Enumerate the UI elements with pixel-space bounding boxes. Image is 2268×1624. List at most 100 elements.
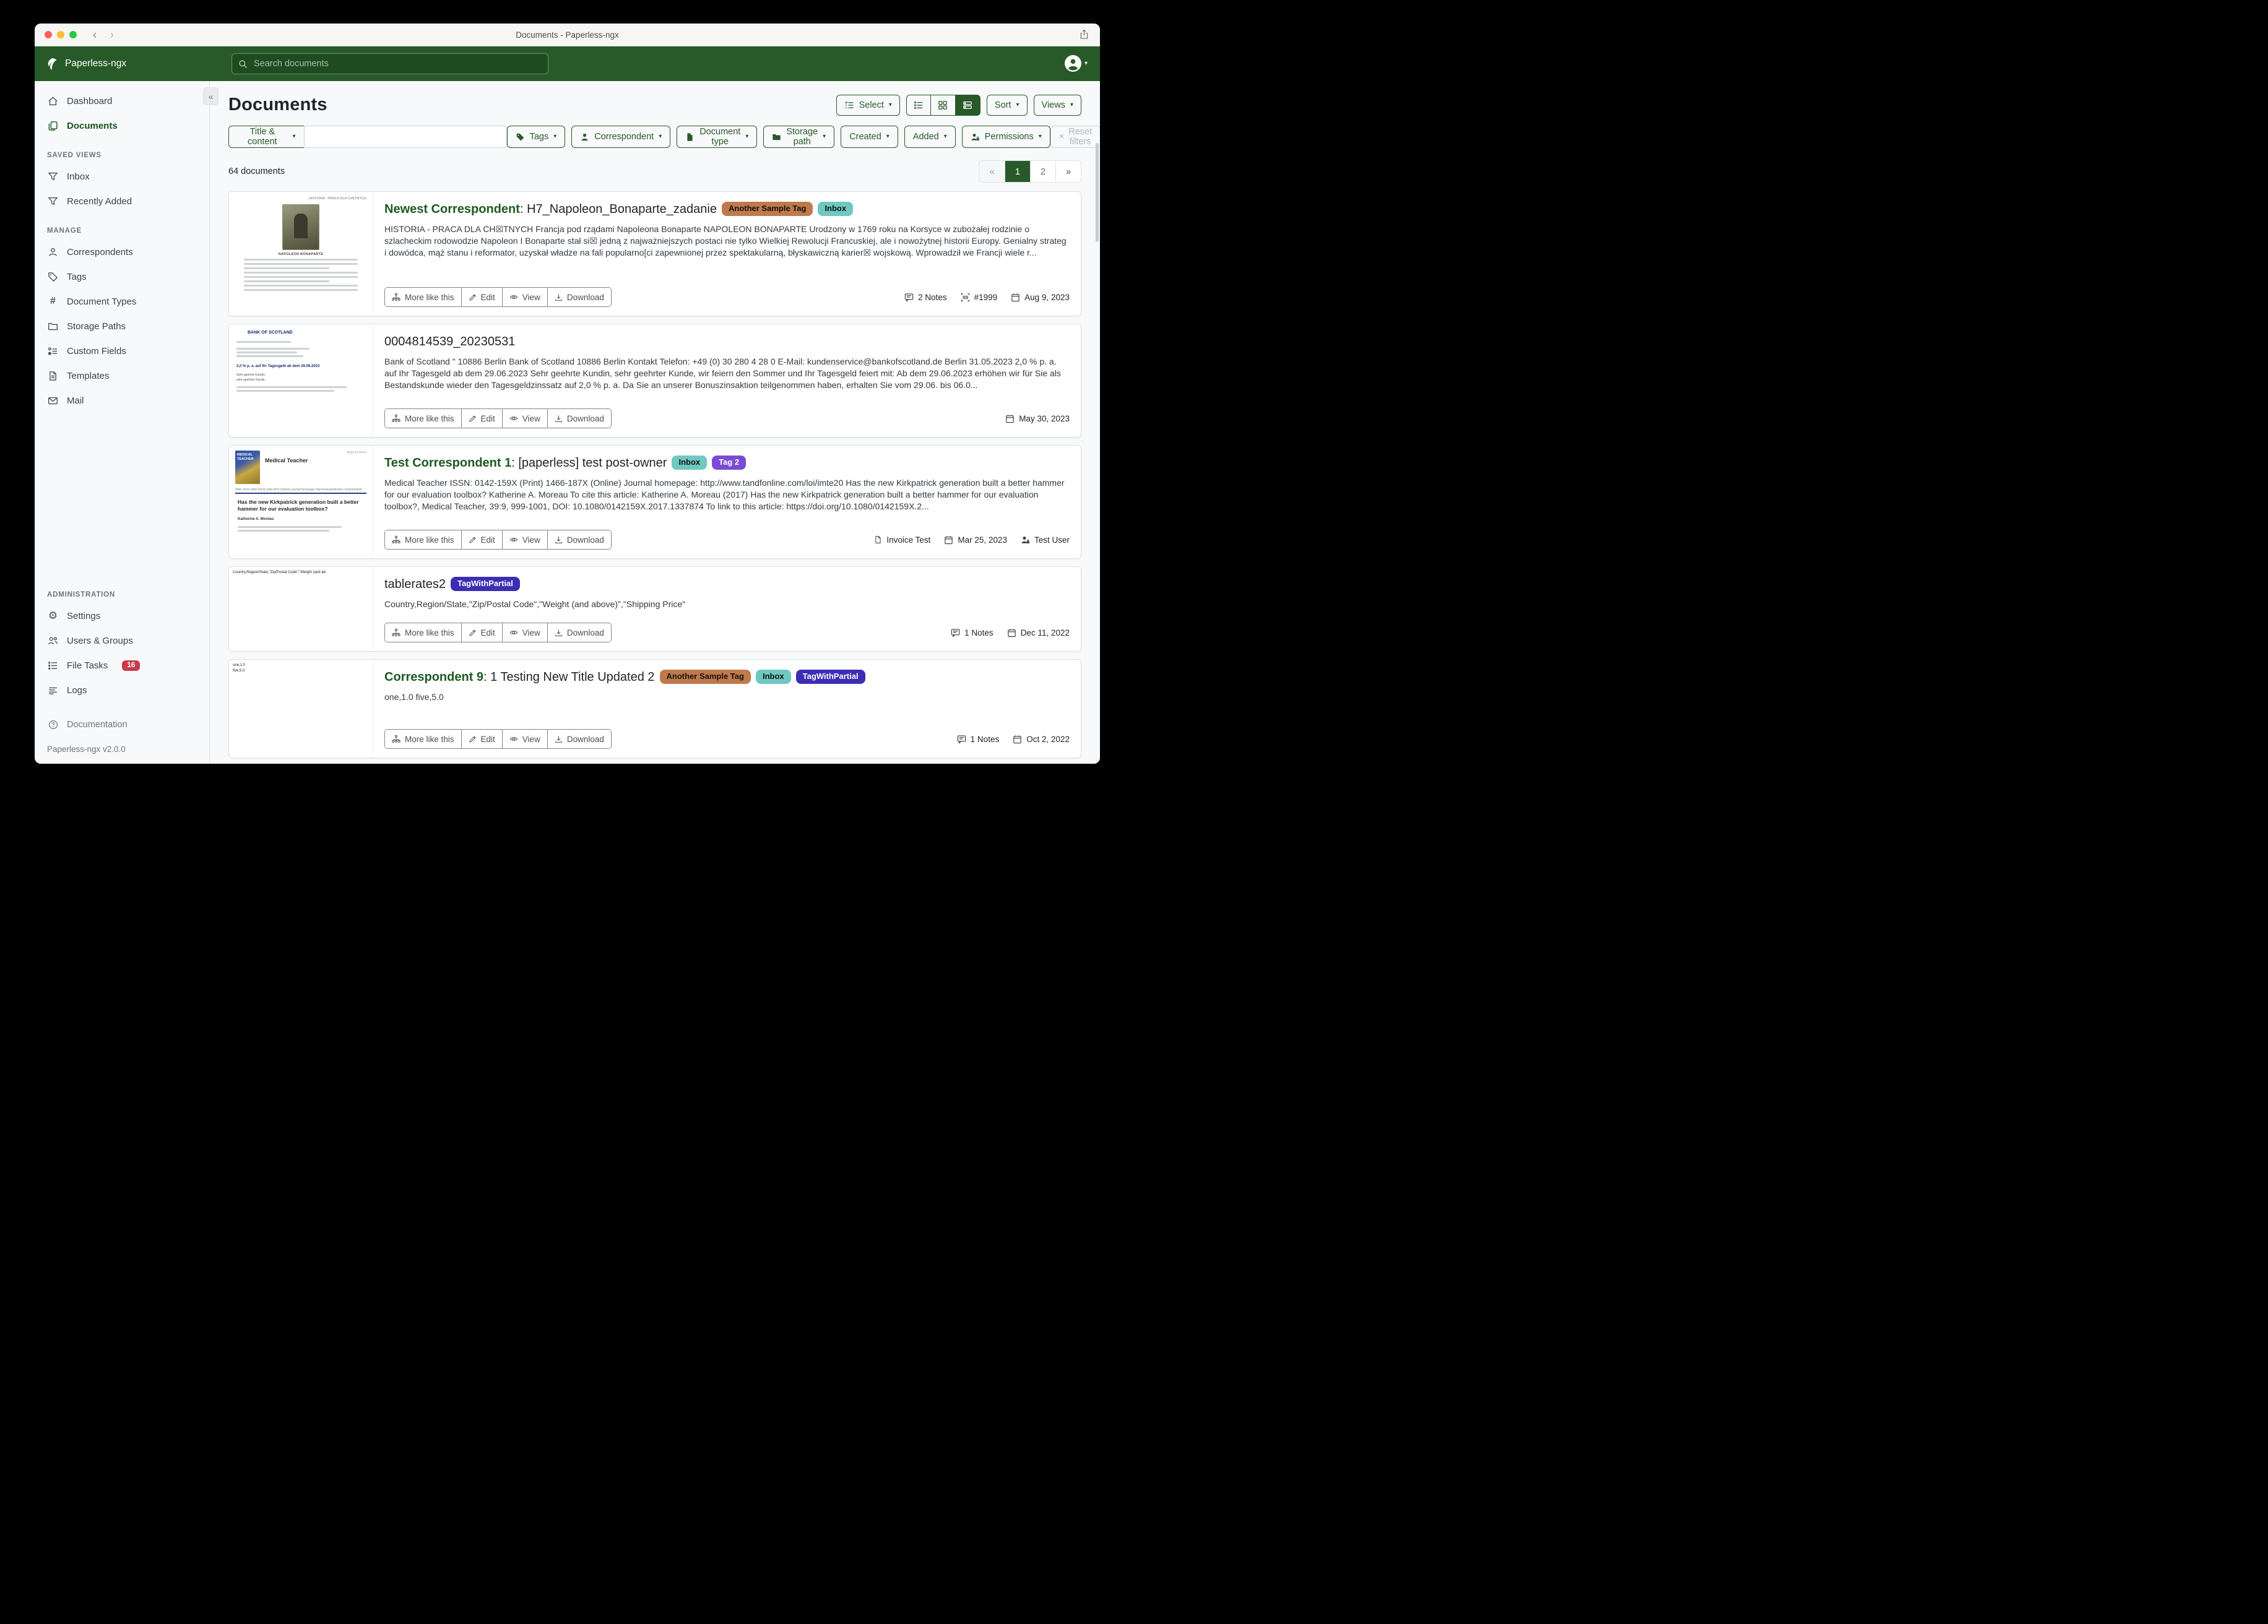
document-title[interactable]: Correspondent 9: 1 Testing New Title Upd… bbox=[384, 668, 1070, 686]
chevron-down-icon: ▾ bbox=[1070, 102, 1073, 108]
document-thumbnail[interactable]: Country,Region/State,"Zip/Postal Code","… bbox=[229, 567, 373, 651]
document-correspondent-link[interactable]: Newest Correspondent bbox=[384, 202, 520, 216]
document-title[interactable]: 0004814539_20230531 bbox=[384, 333, 1070, 350]
document-title[interactable]: tablerates2TagWithPartial bbox=[384, 576, 1070, 593]
filter-storage-path-button[interactable]: Storage path ▾ bbox=[763, 126, 834, 148]
sidebar-item-document-types[interactable]: # Document Types bbox=[35, 289, 209, 314]
sidebar-item-recently-added[interactable]: Recently Added bbox=[35, 189, 209, 214]
sidebar-item-users-groups[interactable]: Users & Groups bbox=[35, 628, 209, 653]
sidebar-item-logs[interactable]: Logs bbox=[35, 678, 209, 702]
view-button[interactable]: View bbox=[502, 409, 547, 428]
document-thumbnail[interactable]: MEDICAL TEACHER Taylor & Francis Medical… bbox=[229, 446, 373, 558]
more-like-this-button[interactable]: More like this bbox=[385, 530, 461, 549]
filter-correspondent-button[interactable]: Correspondent ▾ bbox=[571, 126, 670, 148]
views-button[interactable]: Views ▾ bbox=[1034, 95, 1081, 116]
sidebar-item-label: Documents bbox=[67, 121, 118, 131]
filter-added-button[interactable]: Added ▾ bbox=[904, 126, 956, 148]
tag-chip[interactable]: Another Sample Tag bbox=[722, 202, 813, 216]
document-title[interactable]: Newest Correspondent: H7_Napoleon_Bonapa… bbox=[384, 201, 1070, 218]
scrollbar[interactable] bbox=[1096, 143, 1099, 242]
calendar-icon bbox=[944, 535, 953, 545]
filter-permissions-button[interactable]: Permissions ▾ bbox=[962, 126, 1050, 148]
sidebar-item-label: Dashboard bbox=[67, 96, 112, 106]
edit-button[interactable]: Edit bbox=[461, 409, 502, 428]
sidebar-item-dashboard[interactable]: Dashboard bbox=[35, 89, 209, 113]
edit-button[interactable]: Edit bbox=[461, 288, 502, 306]
tag-chip[interactable]: Inbox bbox=[672, 456, 707, 470]
sidebar-item-settings[interactable]: ⚙ Settings bbox=[35, 603, 209, 628]
edit-button[interactable]: Edit bbox=[461, 623, 502, 642]
download-button[interactable]: Download bbox=[547, 530, 611, 549]
document-thumbnail[interactable]: BANK OF SCOTLAND 2,0 % p. a. auf Ihr Tag… bbox=[229, 324, 373, 437]
view-detail-button[interactable] bbox=[956, 95, 980, 116]
browser-back-button[interactable]: ‹ bbox=[93, 29, 97, 40]
brand[interactable]: Paperless-ngx bbox=[46, 58, 126, 71]
title-content-filter-input[interactable] bbox=[304, 126, 507, 148]
pagination-last[interactable]: » bbox=[1055, 161, 1081, 182]
notes-indicator[interactable]: 2 Notes bbox=[904, 293, 947, 302]
pagination-page-1[interactable]: 1 bbox=[1005, 161, 1030, 182]
view-button[interactable]: View bbox=[502, 530, 547, 549]
view-button[interactable]: View bbox=[502, 288, 547, 306]
more-like-this-button[interactable]: More like this bbox=[385, 623, 461, 642]
download-button[interactable]: Download bbox=[547, 409, 611, 428]
filter-field-button[interactable]: Title & content ▾ bbox=[228, 126, 305, 148]
sidebar-item-custom-fields[interactable]: Custom Fields bbox=[35, 339, 209, 363]
search-input[interactable] bbox=[253, 58, 542, 69]
close-window-button[interactable] bbox=[45, 31, 52, 38]
pagination-page-2[interactable]: 2 bbox=[1030, 161, 1055, 182]
edit-button[interactable]: Edit bbox=[461, 730, 502, 748]
global-search[interactable] bbox=[232, 53, 548, 74]
sidebar-item-templates[interactable]: Templates bbox=[35, 363, 209, 388]
sidebar-collapse-button[interactable]: « bbox=[203, 87, 219, 105]
download-button[interactable]: Download bbox=[547, 623, 611, 642]
sidebar-item-mail[interactable]: Mail bbox=[35, 388, 209, 413]
document-thumbnail[interactable]: one,1.0 five,5.0 bbox=[229, 660, 373, 758]
reset-filters-button[interactable]: × Reset filters bbox=[1050, 126, 1100, 148]
filter-document-type-button[interactable]: Document type ▾ bbox=[677, 126, 757, 148]
notes-indicator[interactable]: 1 Notes bbox=[951, 628, 993, 637]
view-button[interactable]: View bbox=[502, 730, 547, 748]
tag-chip[interactable]: Tag 2 bbox=[712, 456, 746, 470]
sidebar-item-storage-paths[interactable]: Storage Paths bbox=[35, 314, 209, 339]
tag-chip[interactable]: TagWithPartial bbox=[796, 670, 865, 684]
tag-chip[interactable]: TagWithPartial bbox=[451, 577, 520, 591]
sidebar-item-tags[interactable]: Tags bbox=[35, 264, 209, 289]
sidebar-item-file-tasks[interactable]: File Tasks 16 bbox=[35, 653, 209, 678]
document-correspondent-link[interactable]: Test Correspondent 1 bbox=[384, 456, 511, 470]
view-button[interactable]: View bbox=[502, 623, 547, 642]
more-like-this-button[interactable]: More like this bbox=[385, 730, 461, 748]
tag-chip[interactable]: Inbox bbox=[818, 202, 853, 216]
filter-created-button[interactable]: Created ▾ bbox=[841, 126, 898, 148]
zoom-window-button[interactable] bbox=[69, 31, 77, 38]
date-label: Dec 11, 2022 bbox=[1021, 628, 1070, 637]
user-menu[interactable]: ▾ bbox=[1065, 55, 1088, 72]
download-button[interactable]: Download bbox=[547, 730, 611, 748]
filter-tags-button[interactable]: Tags ▾ bbox=[507, 126, 566, 148]
browser-forward-button[interactable]: › bbox=[110, 29, 114, 40]
edit-button[interactable]: Edit bbox=[461, 530, 502, 549]
share-icon[interactable] bbox=[1080, 29, 1089, 40]
chevron-down-icon: ▾ bbox=[553, 134, 556, 140]
notes-indicator[interactable]: 1 Notes bbox=[957, 735, 1000, 744]
more-like-this-button[interactable]: More like this bbox=[385, 288, 461, 306]
pagination-first[interactable]: « bbox=[979, 161, 1005, 182]
document-title[interactable]: Test Correspondent 1: [paperless] test p… bbox=[384, 454, 1070, 472]
view-list-button[interactable] bbox=[906, 95, 931, 116]
download-button[interactable]: Download bbox=[547, 288, 611, 306]
view-grid-button[interactable] bbox=[931, 95, 956, 116]
sort-button[interactable]: Sort ▾ bbox=[987, 95, 1028, 116]
document-correspondent-link[interactable]: Correspondent 9 bbox=[384, 670, 483, 684]
sidebar-item-documents[interactable]: Documents bbox=[35, 113, 209, 138]
select-button[interactable]: Select ▾ bbox=[836, 95, 900, 116]
sidebar-item-correspondents[interactable]: Correspondents bbox=[35, 240, 209, 264]
document-thumbnail[interactable]: HISTORIA - PRACA DLA CHĘTNYCH NAPOLEON B… bbox=[229, 192, 373, 316]
thumb-heading: HISTORIA - PRACA DLA CHĘTNYCH bbox=[235, 197, 366, 201]
tag-chip[interactable]: Inbox bbox=[756, 670, 791, 684]
sidebar-item-inbox[interactable]: Inbox bbox=[35, 164, 209, 189]
sidebar-item-documentation[interactable]: Documentation bbox=[35, 712, 209, 737]
minimize-window-button[interactable] bbox=[57, 31, 64, 38]
tag-chip[interactable]: Another Sample Tag bbox=[660, 670, 751, 684]
more-like-this-button[interactable]: More like this bbox=[385, 409, 461, 428]
folder-icon bbox=[47, 321, 59, 332]
